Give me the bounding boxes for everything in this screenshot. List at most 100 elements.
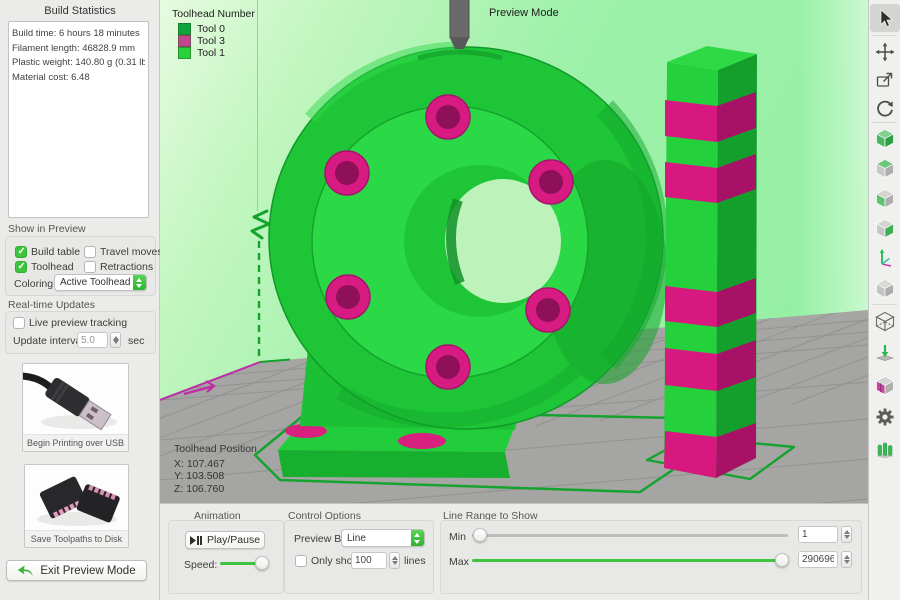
min-input[interactable] [798, 526, 838, 543]
retractions-label: Retractions [100, 261, 153, 273]
toolbar-divider [872, 122, 897, 123]
build-table-checkbox[interactable] [15, 246, 27, 258]
speed-label: Speed: [184, 559, 217, 571]
legend-title: Toolhead Number [172, 8, 255, 20]
drop-model-icon [875, 343, 895, 363]
live-preview-checkbox[interactable] [13, 317, 25, 329]
cross-section-button[interactable] [870, 371, 900, 399]
tool3-label: Tool 3 [197, 35, 225, 47]
tool0-swatch [178, 23, 191, 35]
save-toolpaths-disk-label: Save Toolpaths to Disk [25, 530, 128, 547]
build-statistics-title: Build Statistics [0, 5, 160, 17]
axes-icon [875, 248, 895, 268]
retractions-checkbox[interactable] [84, 261, 96, 273]
stat-material-cost: Material cost: 6.48 [12, 71, 145, 86]
view-cube-button[interactable] [870, 274, 900, 302]
toolhead-position-title: Toolhead Position [174, 443, 257, 456]
only-show-checkbox[interactable] [295, 555, 307, 567]
build-table-label: Build table [31, 246, 80, 258]
cube-wireframe-icon [874, 310, 896, 332]
viewport-3d[interactable]: Toolhead Number Tool 0 Tool 3 Tool 1 Pre… [160, 0, 868, 503]
cube-top-icon [874, 157, 896, 179]
update-interval-stepper[interactable] [110, 332, 121, 348]
wireframe-view-button[interactable] [870, 307, 900, 335]
move-icon [875, 42, 895, 62]
tool3-swatch [178, 35, 191, 47]
tool0-label: Tool 0 [197, 23, 225, 35]
view-side-button[interactable] [870, 214, 900, 242]
view-top-button[interactable] [870, 154, 900, 182]
update-interval-label: Update interval [13, 335, 84, 347]
cross-section-icon [874, 374, 896, 396]
preview-by-value: Line [342, 533, 411, 544]
play-pause-button[interactable]: Play/Pause [185, 531, 265, 549]
cursor-tool-button[interactable] [870, 4, 900, 32]
preview-by-label: Preview By [294, 533, 347, 545]
live-preview-label: Live preview tracking [29, 317, 127, 329]
tool1-swatch [178, 47, 191, 59]
min-slider[interactable] [472, 529, 788, 542]
toolhead-checkbox[interactable] [15, 261, 27, 273]
settings-button[interactable] [870, 403, 900, 431]
dropdown-stepper-icon [411, 530, 424, 546]
speed-slider-thumb[interactable] [255, 556, 269, 570]
toolpaths-icon [875, 439, 895, 459]
max-stepper[interactable] [841, 551, 852, 568]
gear-icon [875, 407, 895, 427]
exit-preview-mode-button[interactable]: Exit Preview Mode [6, 560, 147, 581]
rotate-view-button[interactable] [870, 94, 900, 122]
view-iso-button[interactable] [870, 124, 900, 152]
toolhead-label: Toolhead [31, 261, 74, 273]
save-toolpaths-disk-button[interactable]: Save Toolpaths to Disk [24, 464, 129, 548]
scene-3d [160, 0, 868, 503]
max-input[interactable] [798, 551, 838, 568]
cube-side-icon [874, 217, 896, 239]
preview-mode-label: Preview Mode [489, 7, 559, 19]
travel-moves-label: Travel moves [100, 246, 163, 258]
min-slider-thumb[interactable] [473, 528, 487, 542]
prime-tower [664, 46, 757, 478]
build-statistics-box: Build time: 6 hours 18 minutes Filament … [8, 21, 149, 218]
travel-moves-checkbox[interactable] [84, 246, 96, 258]
legend-item: Tool 3 [172, 35, 255, 47]
only-show-stepper[interactable] [389, 552, 400, 569]
rotate-view-icon [875, 98, 895, 118]
preview-by-dropdown[interactable]: Line [341, 529, 425, 547]
max-slider-track[interactable] [472, 559, 788, 562]
dropdown-stepper-icon [133, 275, 146, 290]
toolhead-position-z: Z: 106.760 [174, 483, 257, 496]
cursor-icon [875, 8, 895, 28]
max-slider[interactable] [472, 554, 788, 567]
toolpaths-view-button[interactable] [870, 435, 900, 463]
exit-preview-mode-label: Exit Preview Mode [40, 565, 135, 577]
fit-view-icon [875, 70, 895, 90]
coloring-label: Coloring [14, 278, 53, 290]
bottom-panel: Animation Play/Pause Speed: Control Opti… [160, 503, 868, 600]
only-show-input[interactable] [351, 552, 387, 569]
toolbar-divider [872, 304, 897, 305]
cube-front-icon [874, 187, 896, 209]
max-slider-thumb[interactable] [775, 553, 789, 567]
min-stepper[interactable] [841, 526, 852, 543]
legend-item: Tool 0 [172, 23, 255, 35]
realtime-updates-label: Real-time Updates [8, 299, 95, 311]
view-front-button[interactable] [870, 184, 900, 212]
pan-view-button[interactable] [870, 38, 900, 66]
drop-model-button[interactable] [870, 339, 900, 367]
view-axes-button[interactable] [870, 244, 900, 272]
fit-view-button[interactable] [870, 66, 900, 94]
toolhead-nozzle [450, 0, 469, 49]
lines-label: lines [404, 555, 426, 567]
coloring-dropdown[interactable]: Active Toolhead [54, 274, 147, 291]
min-slider-track[interactable] [472, 534, 788, 537]
update-interval-input[interactable] [77, 332, 108, 348]
speed-slider[interactable] [220, 557, 268, 570]
toolhead-position-y: Y: 103.508 [174, 470, 257, 483]
toolhead-position-readout: Toolhead Position X: 107.467 Y: 103.508 … [174, 443, 257, 495]
begin-printing-usb-label: Begin Printing over USB [23, 434, 128, 451]
usb-plug-icon [23, 364, 128, 435]
legend-item: Tool 1 [172, 47, 255, 59]
cube-iso-icon [874, 127, 896, 149]
toolhead-legend: Toolhead Number Tool 0 Tool 3 Tool 1 [172, 8, 255, 59]
begin-printing-usb-button[interactable]: Begin Printing over USB [22, 363, 129, 452]
